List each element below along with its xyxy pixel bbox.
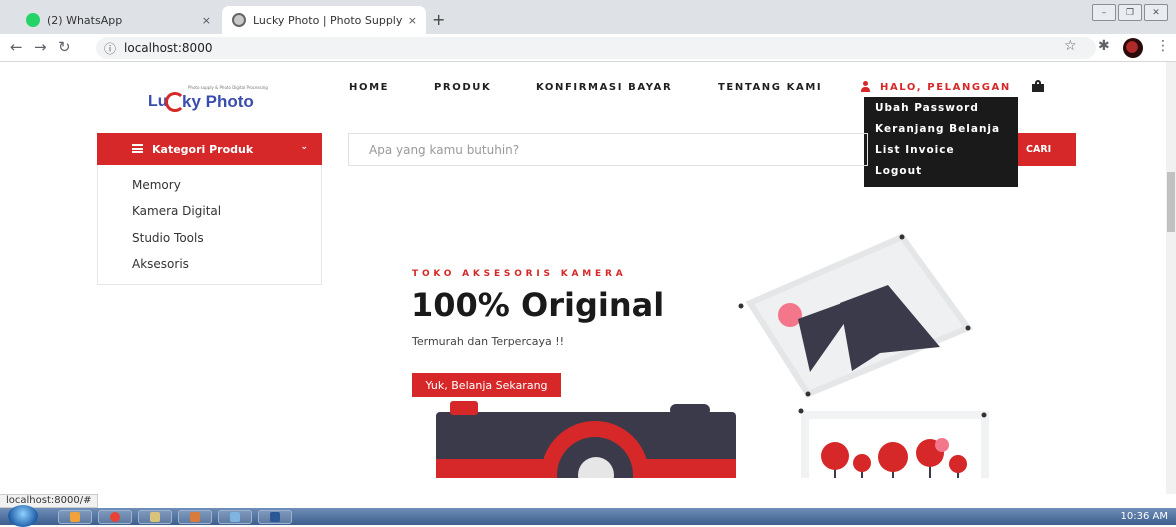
extensions-puzzle-icon[interactable]: ✱ xyxy=(1098,38,1110,54)
start-button[interactable] xyxy=(8,505,38,527)
address-bar[interactable]: ⓘ localhost:8000 xyxy=(96,37,1096,59)
taskbar-explorer[interactable] xyxy=(138,510,172,524)
tray-clock[interactable]: 10:36 AM xyxy=(1121,511,1168,522)
browser-toolbar: ← → ↻ ⓘ localhost:8000 ☆ ✱ ⋮ xyxy=(0,34,1176,62)
back-arrow-icon[interactable]: ← xyxy=(10,38,23,56)
menu-item-keranjang-belanja[interactable]: Keranjang Belanja xyxy=(864,123,1018,144)
logo-tagline: Photo supply & Photo Digital Processing xyxy=(188,85,268,90)
hamburger-icon xyxy=(132,144,143,153)
app-icon xyxy=(190,512,200,522)
media-player-icon xyxy=(70,512,80,522)
chrome-icon xyxy=(110,512,120,522)
browser-tab-strip: (2) WhatsApp × Lucky Photo | Photo Suppl… xyxy=(0,0,1176,34)
user-icon xyxy=(861,81,870,92)
category-list: Memory Kamera Digital Studio Tools Akses… xyxy=(97,165,322,285)
category-item-studio-tools[interactable]: Studio Tools xyxy=(132,231,204,245)
menu-item-logout[interactable]: Logout xyxy=(864,165,1018,186)
whatsapp-icon xyxy=(26,13,40,27)
profile-avatar[interactable] xyxy=(1123,38,1143,58)
category-toggle-button[interactable]: Kategori Produk ⌄ xyxy=(97,133,322,165)
tab-lucky-photo[interactable]: Lucky Photo | Photo Supply & Photo Digit… xyxy=(222,6,426,34)
camera-illustration xyxy=(436,401,736,478)
page-scrollbar[interactable] xyxy=(1166,62,1176,494)
url-text: localhost:8000 xyxy=(124,41,213,55)
hero-illustration xyxy=(436,233,989,478)
category-item-kamera-digital[interactable]: Kamera Digital xyxy=(132,204,221,218)
new-tab-button[interactable]: + xyxy=(432,10,445,29)
video-frame-illustration xyxy=(738,233,973,398)
search-input[interactable]: Apa yang kamu butuhin? xyxy=(348,133,868,166)
search-button[interactable]: CARI xyxy=(1018,133,1076,166)
nav-user-greeting[interactable]: HALO, PELANGGAN xyxy=(880,82,1011,93)
windows-taskbar: 10:36 AM xyxy=(0,505,1176,527)
shopping-bag-icon[interactable] xyxy=(1032,80,1044,92)
taskbar-app-5[interactable] xyxy=(218,510,252,524)
bookmark-star-icon[interactable]: ☆ xyxy=(1064,38,1077,54)
folder-icon xyxy=(150,512,160,522)
word-icon xyxy=(270,512,280,522)
menu-item-ubah-password[interactable]: Ubah Password xyxy=(864,102,1018,123)
tab-whatsapp[interactable]: (2) WhatsApp × xyxy=(16,6,220,34)
minimize-button[interactable]: – xyxy=(1092,4,1116,21)
user-dropdown-menu: Ubah Password Keranjang Belanja List Inv… xyxy=(864,97,1018,187)
site-logo[interactable]: Photo supply & Photo Digital Processing … xyxy=(148,84,268,120)
nav-produk[interactable]: PRODUK xyxy=(434,82,491,93)
category-button-label: Kategori Produk xyxy=(152,142,254,156)
site-favicon-icon xyxy=(232,13,246,27)
taskbar-word[interactable] xyxy=(258,510,292,524)
menu-item-list-invoice[interactable]: List Invoice xyxy=(864,144,1018,165)
nav-tentang-kami[interactable]: TENTANG KAMI xyxy=(718,82,822,93)
window-controls: – ❐ ✕ xyxy=(1092,4,1168,21)
scrollbar-thumb[interactable] xyxy=(1167,172,1175,232)
browser-menu-icon[interactable]: ⋮ xyxy=(1156,38,1170,54)
category-item-aksesoris[interactable]: Aksesoris xyxy=(132,257,189,271)
reload-icon[interactable]: ↻ xyxy=(58,38,71,56)
chevron-down-icon: ⌄ xyxy=(300,142,308,152)
nav-home[interactable]: HOME xyxy=(349,82,389,93)
tree-frame-illustration xyxy=(798,408,989,478)
nav-konfirmasi-bayar[interactable]: KONFIRMASI BAYAR xyxy=(536,82,672,93)
forward-arrow-icon[interactable]: → xyxy=(34,38,47,56)
tab-title: (2) WhatsApp xyxy=(47,13,123,27)
maximize-button[interactable]: ❐ xyxy=(1118,4,1142,21)
tab-title: Lucky Photo | Photo Supply & Photo Digit… xyxy=(253,13,403,27)
close-tab-icon[interactable]: × xyxy=(408,14,417,27)
info-icon[interactable]: ⓘ xyxy=(104,40,116,57)
category-item-memory[interactable]: Memory xyxy=(132,178,181,192)
taskbar-chrome[interactable] xyxy=(98,510,132,524)
app-icon xyxy=(230,512,240,522)
taskbar-app-4[interactable] xyxy=(178,510,212,524)
taskbar-media-player[interactable] xyxy=(58,510,92,524)
close-tab-icon[interactable]: × xyxy=(202,14,211,27)
close-window-button[interactable]: ✕ xyxy=(1144,4,1168,21)
logo-text-ky-photo: ky Photo xyxy=(182,92,254,111)
